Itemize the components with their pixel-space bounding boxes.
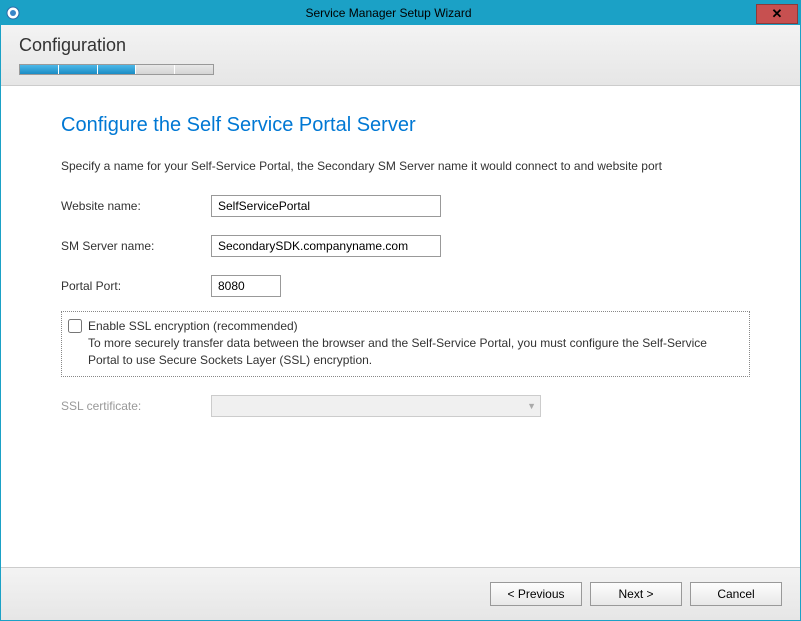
ssl-text: Enable SSL encryption (recommended) To m… — [88, 318, 741, 368]
ssl-block: Enable SSL encryption (recommended) To m… — [61, 311, 750, 377]
titlebar: Service Manager Setup Wizard ✕ — [1, 1, 800, 25]
page-title: Configure the Self Service Portal Server — [61, 114, 750, 137]
app-icon — [5, 5, 21, 21]
ssl-cert-row: SSL certificate: ▼ — [61, 395, 750, 417]
page-description: Specify a name for your Self-Service Por… — [61, 159, 750, 173]
ssl-description: To more securely transfer data between t… — [88, 336, 707, 367]
cancel-button[interactable]: Cancel — [690, 582, 782, 606]
ssl-enable-checkbox[interactable] — [68, 319, 82, 333]
close-button[interactable]: ✕ — [756, 4, 798, 24]
progress-bar — [19, 64, 214, 75]
website-name-input[interactable] — [211, 195, 441, 217]
section-title: Configuration — [19, 35, 782, 56]
wizard-window: Service Manager Setup Wizard ✕ Configura… — [0, 0, 801, 621]
next-button[interactable]: Next > — [590, 582, 682, 606]
ssl-check-row: Enable SSL encryption (recommended) To m… — [68, 318, 741, 368]
close-icon: ✕ — [772, 7, 783, 20]
header-section: Configuration — [1, 25, 800, 86]
ssl-cert-label: SSL certificate: — [61, 399, 211, 413]
portal-port-row: Portal Port: — [61, 275, 750, 297]
content-area: Configure the Self Service Portal Server… — [1, 86, 800, 567]
chevron-down-icon: ▼ — [527, 401, 536, 411]
previous-button[interactable]: < Previous — [490, 582, 582, 606]
progress-segment — [175, 65, 213, 74]
window-title: Service Manager Setup Wizard — [21, 6, 756, 20]
sm-server-row: SM Server name: — [61, 235, 750, 257]
sm-server-input[interactable] — [211, 235, 441, 257]
progress-segment — [98, 65, 137, 74]
ssl-checkbox-label: Enable SSL encryption (recommended) — [88, 319, 298, 333]
website-name-label: Website name: — [61, 199, 211, 213]
progress-segment — [136, 65, 175, 74]
portal-port-input[interactable] — [211, 275, 281, 297]
ssl-cert-select: ▼ — [211, 395, 541, 417]
portal-port-label: Portal Port: — [61, 279, 211, 293]
progress-segment — [59, 65, 98, 74]
footer: < Previous Next > Cancel — [1, 567, 800, 620]
progress-segment — [20, 65, 59, 74]
website-name-row: Website name: — [61, 195, 750, 217]
sm-server-label: SM Server name: — [61, 239, 211, 253]
